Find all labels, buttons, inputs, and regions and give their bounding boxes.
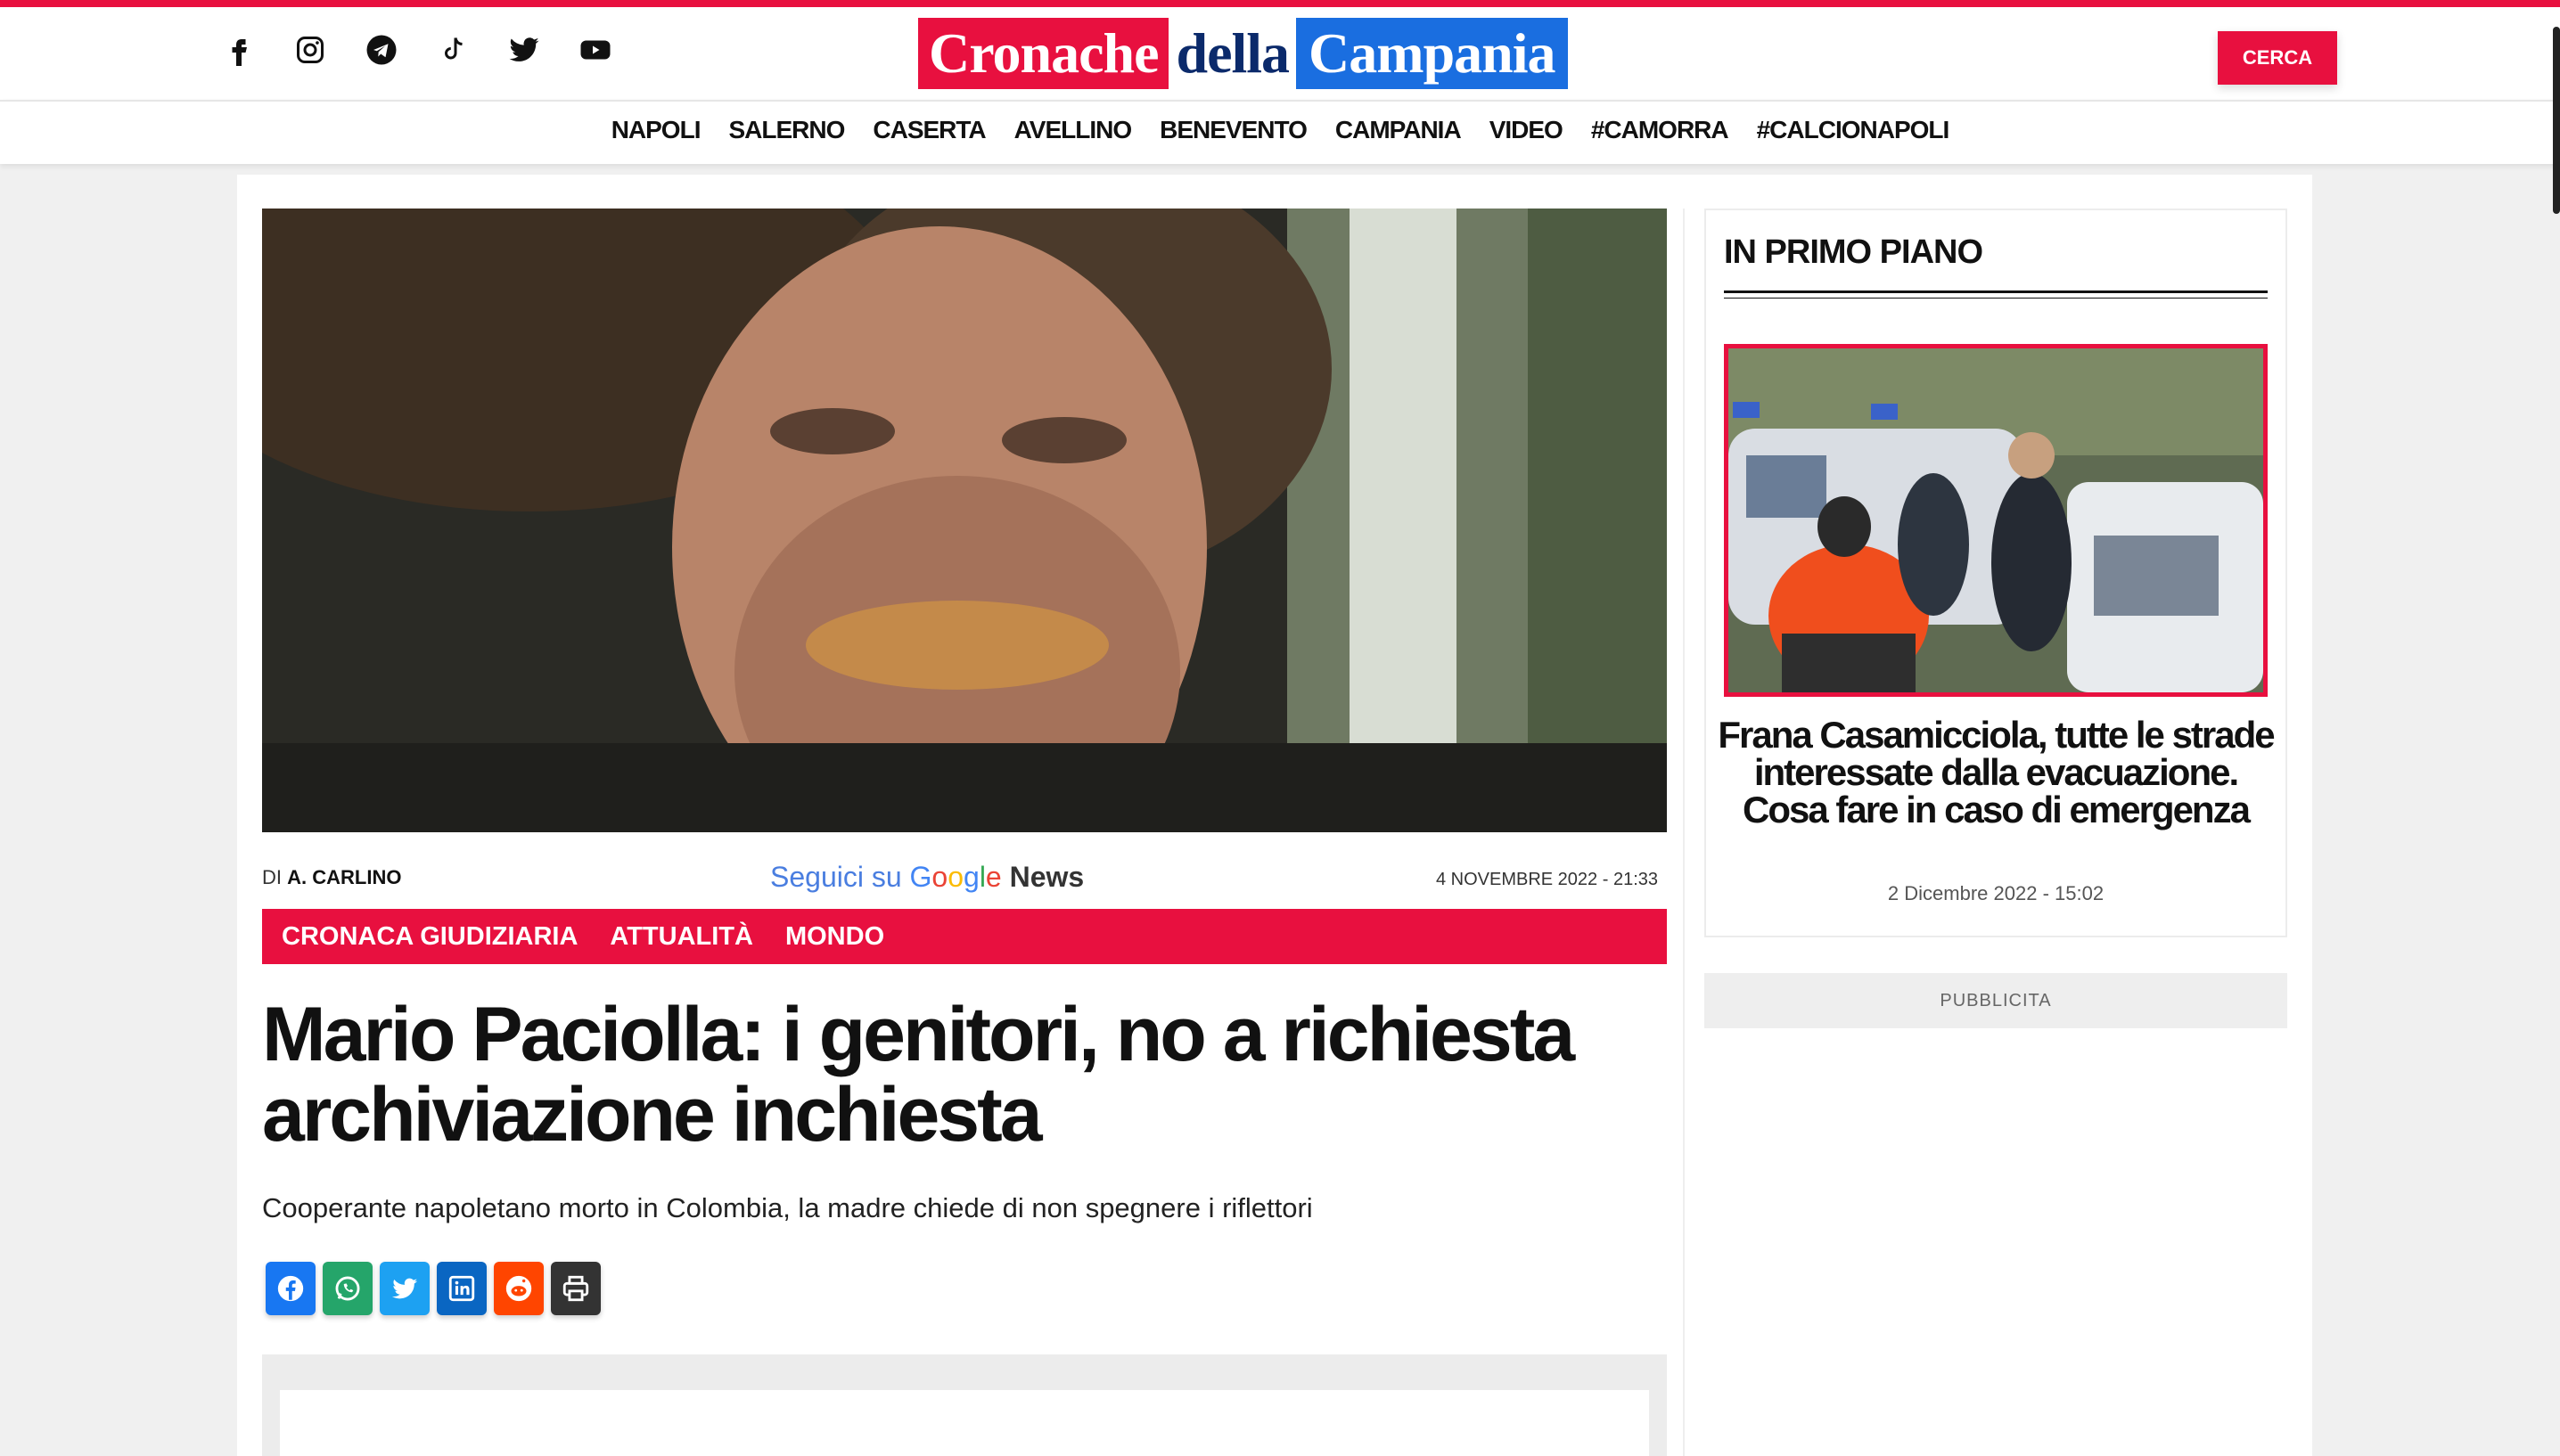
facebook-icon[interactable] <box>223 34 255 66</box>
search-button[interactable]: CERCA <box>2218 31 2337 85</box>
nav-item-avellino[interactable]: AVELLINO <box>1014 116 1132 144</box>
page-scrollbar[interactable] <box>2553 27 2560 214</box>
nav-item-camorra[interactable]: #CAMORRA <box>1591 116 1729 144</box>
google-news-suffix: News <box>1009 861 1085 893</box>
article-meta: DI A. CARLINO Seguici su Google News 4 N… <box>262 857 1667 902</box>
category-cronaca-giudiziaria[interactable]: CRONACA GIUDIZIARIA <box>282 922 578 952</box>
whatsapp-share-button[interactable] <box>323 1262 373 1315</box>
twitter-share-button[interactable] <box>380 1262 430 1315</box>
article-subtitle: Cooperante napoletano morto in Colombia,… <box>262 1192 1313 1223</box>
print-button[interactable] <box>551 1262 601 1315</box>
featured-article-image[interactable] <box>1724 344 2268 697</box>
article-title: Mario Paciolla: i genitori, no a richies… <box>262 992 1575 1157</box>
logo-part-campania: Campania <box>1296 18 1568 89</box>
linkedin-share-button[interactable] <box>437 1262 487 1315</box>
reddit-share-button[interactable] <box>494 1262 544 1315</box>
share-buttons <box>266 1262 601 1315</box>
tiktok-icon[interactable] <box>437 34 469 66</box>
article-hero-image <box>262 209 1667 832</box>
print-icon <box>562 1275 589 1302</box>
embedded-content <box>280 1390 1649 1456</box>
main-navigation: NAPOLI SALERNO CASERTA AVELLINO BENEVENT… <box>0 100 2560 164</box>
instagram-icon[interactable] <box>294 34 326 66</box>
youtube-icon[interactable] <box>579 34 611 66</box>
logo-part-cronache: Cronache <box>918 18 1169 89</box>
featured-article-date: 2 Dicembre 2022 - 15:02 <box>1887 882 2105 904</box>
nav-item-calcionapoli[interactable]: #CALCIONAPOLI <box>1757 116 1950 144</box>
reddit-icon <box>505 1275 532 1302</box>
nav-item-napoli[interactable]: NAPOLI <box>611 116 702 144</box>
category-bar: CRONACA GIUDIZIARIA ATTUALITÀ MONDO <box>262 909 1667 964</box>
google-news-prefix: Seguici su <box>770 861 902 893</box>
site-header: Cronache della Campania CERCA <box>0 7 2560 100</box>
twitter-icon[interactable] <box>508 34 540 66</box>
article-date: 4 NOVEMBRE 2022 - 21:33 <box>1435 870 1658 889</box>
sidebar-rule <box>1724 290 2268 293</box>
nav-item-campania[interactable]: CAMPANIA <box>1335 116 1462 144</box>
site-logo[interactable]: Cronache della Campania <box>918 18 1568 89</box>
category-mondo[interactable]: MONDO <box>785 922 884 952</box>
nav-item-salerno[interactable]: SALERNO <box>728 116 845 144</box>
telegram-icon[interactable] <box>365 34 398 66</box>
category-attualita[interactable]: ATTUALITÀ <box>610 922 753 952</box>
sidebar-title: IN PRIMO PIANO <box>1724 233 1983 271</box>
embedded-content-frame <box>262 1354 1667 1456</box>
sidebar-rule-thin <box>1724 298 2268 299</box>
advertisement-label: PUBBLICITA <box>1704 973 2287 1028</box>
author-name[interactable]: A. CARLINO <box>287 866 401 888</box>
facebook-icon <box>277 1275 304 1302</box>
facebook-share-button[interactable] <box>266 1262 316 1315</box>
social-links <box>223 34 611 66</box>
sidebar-featured: IN PRIMO PIANO Frana Casamicciola, tutte… <box>1704 209 2287 937</box>
nav-item-caserta[interactable]: CASERTA <box>873 116 986 144</box>
column-divider <box>1683 209 1685 1456</box>
linkedin-icon <box>448 1275 475 1302</box>
top-accent-line <box>0 0 2560 7</box>
google-news-brand: Google <box>909 861 1002 893</box>
whatsapp-icon <box>335 1276 360 1301</box>
article-author: DI A. CARLINO <box>262 866 401 889</box>
featured-article-headline[interactable]: Frana Casamicciola, tutte le strade inte… <box>1717 716 2275 829</box>
google-news-follow-link[interactable]: Seguici su Google News <box>770 861 1084 894</box>
logo-part-della: della <box>1169 18 1297 89</box>
nav-item-video[interactable]: VIDEO <box>1489 116 1563 144</box>
author-prefix: DI <box>262 866 282 888</box>
twitter-icon <box>391 1278 418 1299</box>
nav-item-benevento[interactable]: BENEVENTO <box>1160 116 1308 144</box>
